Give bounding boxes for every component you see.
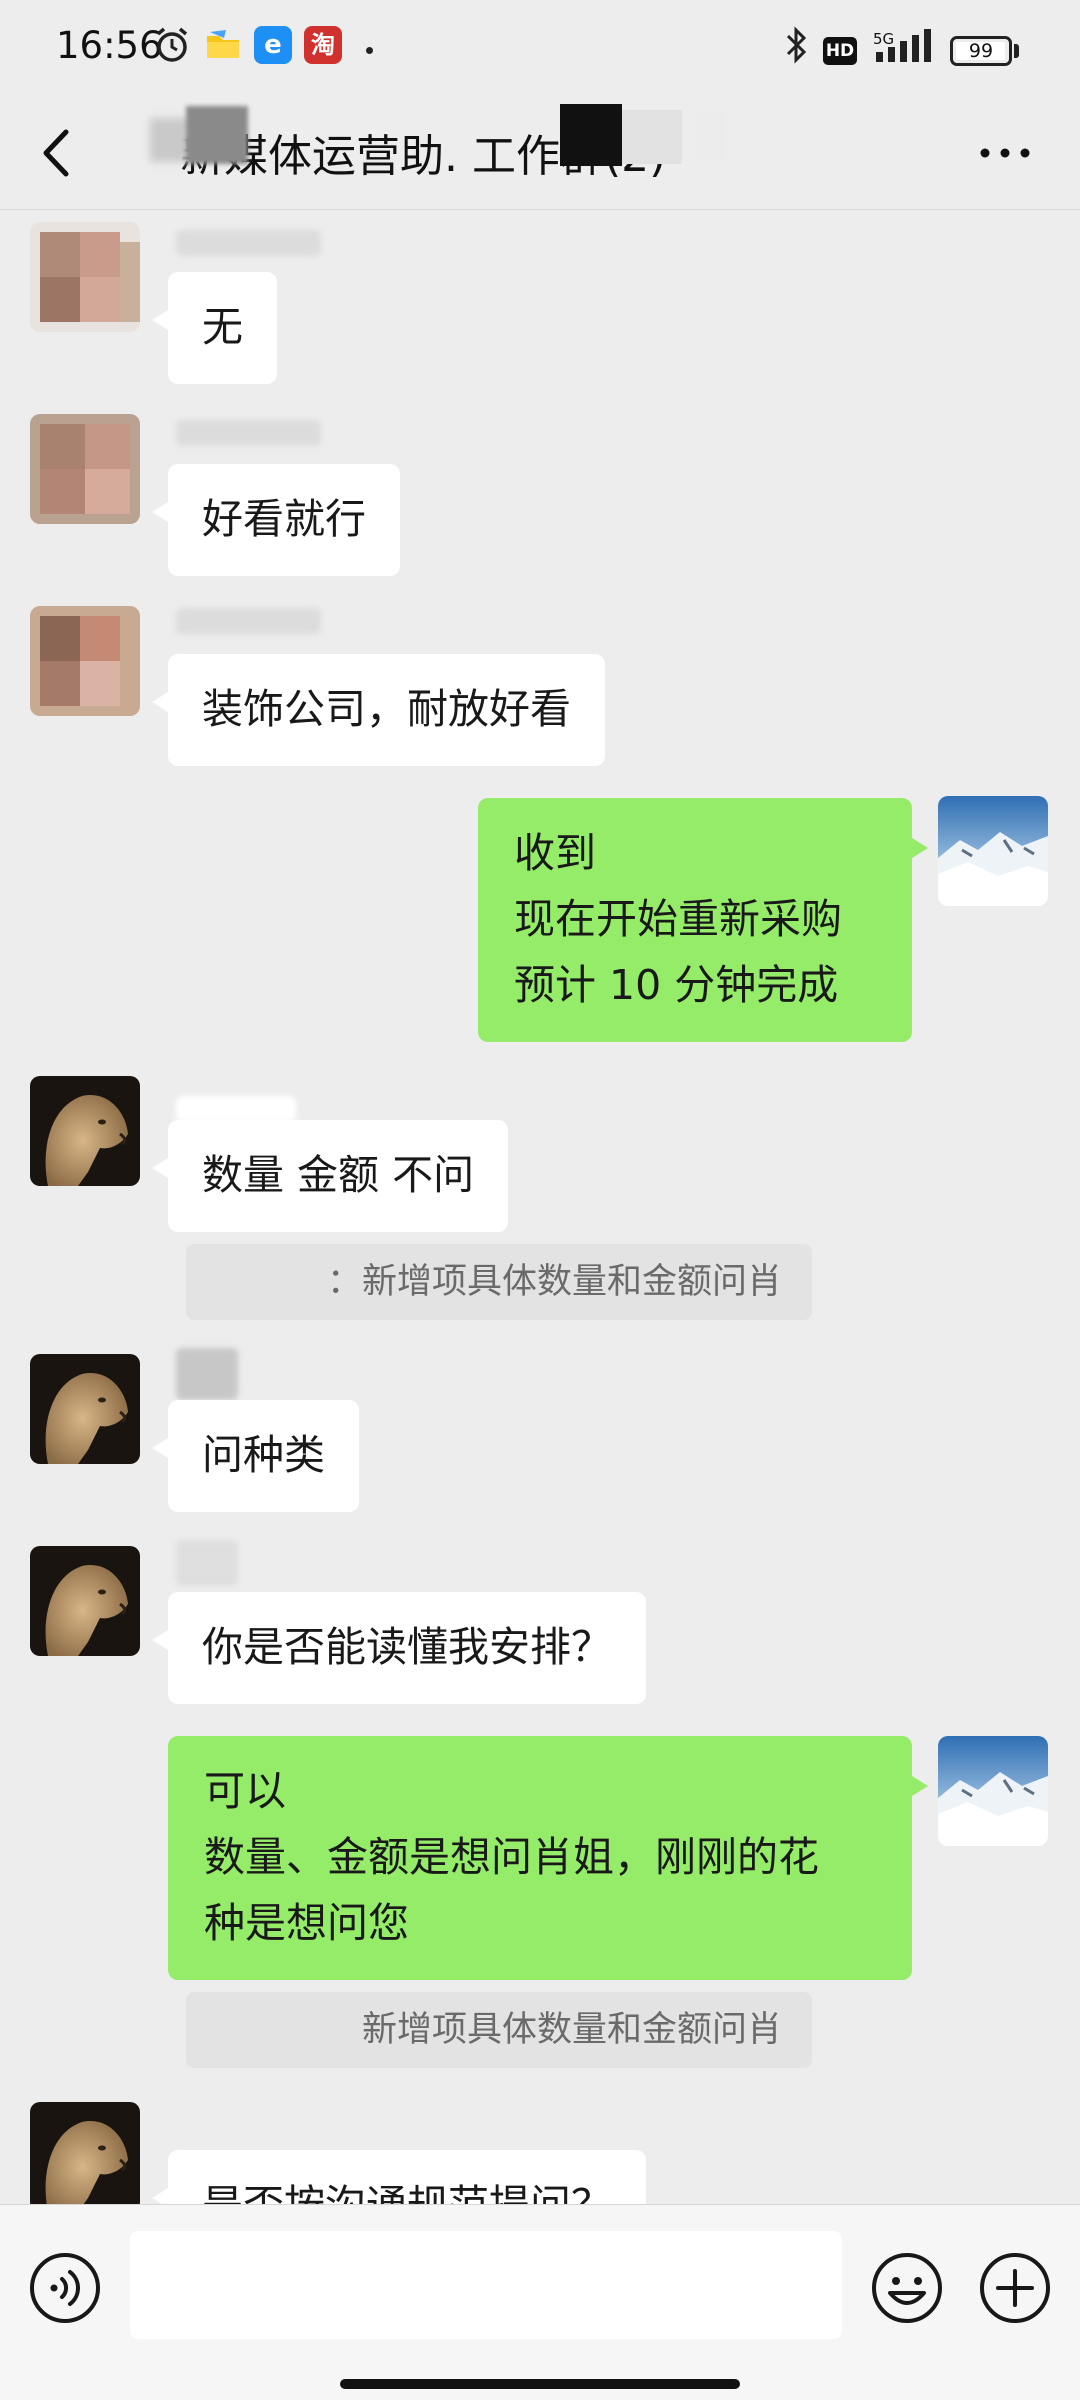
message-bubble[interactable]: 无 — [152, 272, 277, 384]
more-options-icon[interactable] — [975, 138, 1035, 168]
lioness-avatar[interactable] — [30, 1546, 140, 1656]
notification-dot-icon — [366, 47, 373, 54]
home-indicator[interactable] — [340, 2379, 740, 2389]
message-bubble[interactable]: 好看就行 — [152, 464, 400, 576]
folder-icon — [207, 30, 239, 58]
quoted-text: 新增项具体数量和金额问肖 — [361, 2010, 782, 2050]
status-bar: 16:56 e 淘 HD 5G 99 — [0, 0, 1080, 100]
voice-input-icon[interactable] — [28, 2251, 102, 2325]
chat-title: 新媒体运营助. 工作群(2) — [180, 131, 667, 182]
message-text: 好看就行 — [202, 495, 366, 543]
message-input[interactable] — [130, 2231, 842, 2339]
hd-voice-icon: HD — [823, 37, 857, 65]
snow-mountain-avatar[interactable] — [938, 796, 1048, 906]
message-text: 数量 金额 不问 — [202, 1151, 475, 1199]
battery-tip-icon — [1014, 44, 1019, 58]
battery-icon: 99 — [950, 36, 1012, 66]
input-bar — [0, 2204, 1080, 2400]
lioness-avatar[interactable] — [30, 2102, 140, 2212]
sender-name-blurred — [176, 230, 321, 256]
redaction-block — [622, 110, 682, 164]
message-text: 无 — [202, 303, 243, 351]
back-arrow-icon[interactable] — [28, 118, 88, 188]
quoted-message[interactable]: ：新增项具体数量和金额问肖 — [186, 1244, 812, 1320]
message-bubble[interactable]: 问种类 — [152, 1400, 359, 1512]
redaction-block — [694, 110, 724, 160]
lioness-avatar[interactable] — [30, 1076, 140, 1186]
quoted-text: ：新增项具体数量和金额问肖 — [326, 1262, 782, 1302]
redaction-blur — [150, 118, 190, 162]
blurred-person-avatar[interactable] — [30, 606, 140, 716]
bluetooth-icon — [786, 26, 807, 64]
message-bubble[interactable]: 你是否能读懂我安排？ — [152, 1592, 646, 1704]
plus-icon[interactable] — [978, 2251, 1052, 2325]
outgoing-message-bubble[interactable]: 收到 现在开始重新采购 预计 10 分钟完成 — [478, 798, 928, 1042]
outgoing-message-bubble[interactable]: 可以 数量、金额是想问肖姐，刚刚的花 种是想问您 — [168, 1736, 928, 1980]
battery-level: 99 — [968, 40, 994, 62]
message-text: 装饰公司，耐放好看 — [202, 685, 571, 733]
signal-icon — [876, 29, 931, 62]
message-text: 你是否能读懂我安排？ — [202, 1623, 612, 1671]
message-line: 种是想问您 — [204, 1899, 409, 1947]
e-browser-icon: e — [254, 26, 292, 64]
alarm-icon — [156, 27, 188, 62]
message-text: 问种类 — [202, 1431, 325, 1479]
blurred-person-avatar[interactable] — [30, 414, 140, 524]
sender-name-blurred — [176, 608, 321, 634]
sender-name-blurred — [176, 1348, 238, 1400]
chat-screen: 16:56 e 淘 HD 5G 99 新媒体运营助. 工作群(2) 无 好看就行… — [0, 0, 1080, 2400]
sender-name-blurred — [176, 420, 321, 446]
redaction-block — [560, 104, 622, 166]
lioness-avatar[interactable] — [30, 1354, 140, 1464]
message-line: 现在开始重新采购 — [514, 895, 842, 943]
blurred-person-avatar[interactable] — [30, 222, 140, 332]
sender-name-blurred — [176, 1540, 238, 1586]
taobao-icon: 淘 — [304, 26, 342, 64]
message-line: 可以 — [204, 1767, 286, 1815]
message-line: 数量、金额是想问肖姐，刚刚的花 — [204, 1833, 819, 1881]
quoted-message[interactable]: 新增项具体数量和金额问肖 — [186, 1992, 812, 2068]
snow-mountain-avatar[interactable] — [938, 1736, 1048, 1846]
emoji-icon[interactable] — [870, 2251, 944, 2325]
redaction-blur — [186, 106, 248, 164]
message-line: 收到 — [514, 829, 596, 877]
message-bubble[interactable]: 数量 金额 不问 — [151, 1120, 509, 1232]
status-time: 16:56 — [56, 24, 163, 67]
message-bubble[interactable]: 装饰公司，耐放好看 — [152, 654, 605, 766]
sender-name-blurred — [176, 1096, 296, 1122]
message-line: 预计 10 分钟完成 — [514, 961, 839, 1009]
